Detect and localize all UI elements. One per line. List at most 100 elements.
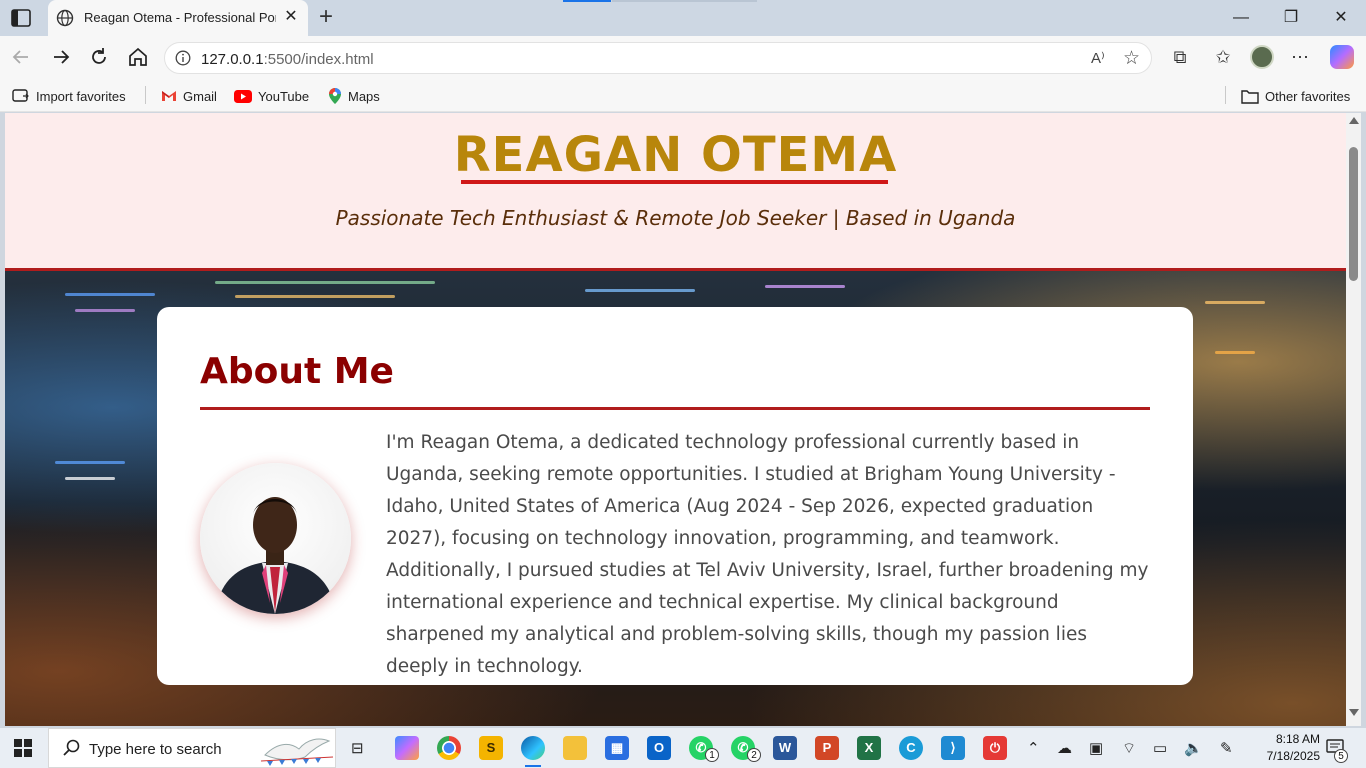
youtube-icon bbox=[234, 89, 252, 103]
code-decoration bbox=[65, 293, 155, 296]
favorites-bar: Import favorites Gmail YouTube Maps Othe… bbox=[0, 78, 1366, 112]
profile-photo bbox=[200, 463, 351, 614]
search-highlight-dove-icon bbox=[260, 738, 334, 766]
import-favorites-link[interactable]: Import favorites bbox=[12, 86, 126, 106]
wifi-icon[interactable]: ⌔ bbox=[1122, 739, 1136, 758]
cloud-sync-icon[interactable]: ☁ bbox=[1057, 739, 1072, 757]
code-decoration bbox=[1215, 351, 1255, 354]
edge-app-icon[interactable] bbox=[521, 736, 545, 767]
site-header: REAGAN OTEMA Passionate Tech Enthusiast … bbox=[5, 113, 1346, 271]
url-host: 127.0.0.1 bbox=[201, 51, 264, 68]
search-placeholder: Type here to search bbox=[89, 741, 222, 758]
import-favorites-label: Import favorites bbox=[36, 88, 126, 104]
profile-avatar[interactable] bbox=[1250, 45, 1274, 69]
copilot-icon[interactable] bbox=[1330, 45, 1354, 69]
clock-date: 7/18/2025 bbox=[1266, 749, 1320, 763]
chrome-app-icon[interactable] bbox=[437, 736, 461, 760]
excel-app-icon[interactable]: X bbox=[857, 736, 881, 760]
battery-icon[interactable]: ▭ bbox=[1153, 739, 1167, 757]
whatsapp-business-badge: 2 bbox=[747, 748, 761, 762]
page-viewport: REAGAN OTEMA Passionate Tech Enthusiast … bbox=[5, 113, 1346, 726]
task-view-icon[interactable]: ⊟ bbox=[351, 739, 364, 757]
gmail-link[interactable]: Gmail bbox=[161, 86, 217, 106]
read-aloud-icon[interactable]: A⁾ bbox=[1091, 49, 1105, 67]
loading-indicator bbox=[563, 0, 611, 2]
url-path: :5500/index.html bbox=[263, 51, 374, 68]
scrollbar-thumb[interactable] bbox=[1349, 147, 1358, 281]
sublime-app-icon[interactable]: S bbox=[479, 736, 503, 760]
site-title: REAGAN OTEMA bbox=[453, 127, 898, 183]
browser-tab[interactable]: Reagan Otema - Professional Port ✕ bbox=[48, 0, 308, 36]
clock-time: 8:18 AM bbox=[1275, 732, 1320, 746]
microsoft-store-icon[interactable]: ▦ bbox=[605, 736, 629, 760]
gmail-label: Gmail bbox=[183, 88, 217, 104]
youtube-label: YouTube bbox=[258, 88, 310, 104]
pen-icon[interactable]: ✎ bbox=[1220, 739, 1233, 757]
refresh-icon[interactable] bbox=[88, 46, 110, 68]
tray-overflow-icon[interactable]: ⌃ bbox=[1027, 739, 1040, 757]
folder-icon bbox=[1241, 89, 1259, 104]
gmail-icon bbox=[162, 91, 176, 101]
favorites-divider bbox=[1225, 86, 1226, 104]
scroll-down-icon[interactable] bbox=[1349, 709, 1359, 716]
more-options-icon[interactable]: ⋯ bbox=[1289, 46, 1311, 68]
about-text: I'm Reagan Otema, a dedicated technology… bbox=[386, 432, 1149, 677]
loading-indicator-track bbox=[612, 0, 757, 2]
code-decoration bbox=[765, 285, 845, 288]
file-explorer-icon[interactable] bbox=[563, 736, 587, 760]
minimize-icon[interactable]: — bbox=[1229, 6, 1253, 30]
copilot-app-icon[interactable] bbox=[395, 736, 419, 760]
favorites-icon[interactable]: ✩ bbox=[1212, 46, 1234, 68]
code-decoration bbox=[55, 461, 125, 464]
taskbar-search[interactable]: Type here to search bbox=[48, 728, 336, 768]
youtube-link[interactable]: YouTube bbox=[234, 86, 309, 106]
code-decoration bbox=[65, 477, 115, 480]
info-icon[interactable] bbox=[175, 50, 191, 66]
maps-link[interactable]: Maps bbox=[328, 86, 380, 106]
new-tab-icon[interactable]: + bbox=[314, 5, 338, 29]
code-decoration bbox=[235, 295, 395, 298]
windows-taskbar: Type here to search ⊟ S ▦ O ✆ 1 ✆ 2 W P … bbox=[0, 728, 1366, 768]
vscode-app-icon[interactable]: ⟩ bbox=[941, 736, 965, 760]
notification-count: 5 bbox=[1334, 749, 1348, 763]
about-heading: About Me bbox=[200, 351, 394, 392]
tab-strip: Reagan Otema - Professional Port ✕ + — ❐… bbox=[0, 0, 1366, 36]
code-decoration bbox=[215, 281, 435, 284]
close-window-icon[interactable]: ✕ bbox=[1329, 6, 1353, 30]
profile-portrait-illustration bbox=[215, 497, 336, 614]
code-decoration bbox=[75, 309, 135, 312]
system-clock[interactable]: 8:18 AM 7/18/2025 bbox=[1258, 731, 1320, 765]
site-tagline: Passionate Tech Enthusiast & Remote Job … bbox=[335, 206, 1016, 230]
address-bar[interactable]: 127.0.0.1:5500/index.html A⁾ ☆ bbox=[164, 42, 1152, 74]
title-underline bbox=[461, 180, 888, 184]
favorites-divider bbox=[145, 86, 146, 104]
maps-label: Maps bbox=[348, 88, 380, 104]
other-favorites-link[interactable]: Other favorites bbox=[1241, 86, 1350, 106]
restore-icon[interactable]: ❐ bbox=[1279, 6, 1303, 30]
close-tab-icon[interactable]: ✕ bbox=[282, 8, 300, 26]
volume-icon[interactable]: 🔈 bbox=[1184, 739, 1203, 757]
page-scrollbar[interactable] bbox=[1346, 113, 1361, 726]
code-decoration bbox=[1205, 301, 1265, 304]
powerpoint-app-icon[interactable]: P bbox=[815, 736, 839, 760]
scroll-up-icon[interactable] bbox=[1349, 117, 1359, 124]
about-section: About Me I'm Reagan Otema, a dedicated t… bbox=[157, 307, 1193, 685]
windows-start-icon[interactable] bbox=[14, 739, 32, 757]
clipchamp-app-icon[interactable]: C bbox=[899, 736, 923, 760]
back-icon[interactable] bbox=[10, 46, 32, 68]
add-favorite-icon[interactable]: ☆ bbox=[1123, 47, 1140, 70]
whatsapp-badge: 1 bbox=[705, 748, 719, 762]
extensions-icon[interactable]: ⧉ bbox=[1169, 46, 1191, 68]
import-icon bbox=[12, 89, 29, 102]
display-icon[interactable]: ▣ bbox=[1089, 739, 1103, 757]
home-icon[interactable] bbox=[127, 46, 149, 68]
tab-actions-icon[interactable] bbox=[10, 8, 32, 28]
forward-icon[interactable] bbox=[50, 46, 72, 68]
outlook-app-icon[interactable]: O bbox=[647, 736, 671, 760]
power-app-icon[interactable]: ⏻ bbox=[983, 736, 1007, 760]
word-app-icon[interactable]: W bbox=[773, 736, 797, 760]
maps-pin-icon bbox=[329, 88, 341, 104]
globe-icon bbox=[56, 9, 74, 27]
search-icon bbox=[63, 739, 80, 756]
about-heading-rule bbox=[200, 407, 1150, 410]
